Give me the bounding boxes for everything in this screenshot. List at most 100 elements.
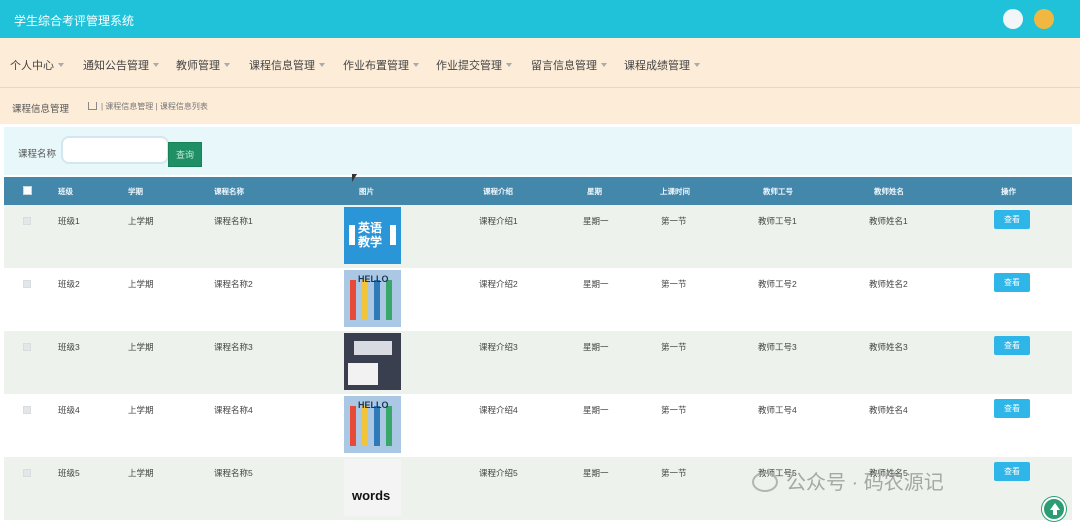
cell-intro: 课程介绍3: [476, 331, 575, 394]
course-image: words: [344, 459, 401, 516]
view-button[interactable]: 查看: [994, 210, 1030, 229]
search-button[interactable]: 查询: [168, 142, 202, 167]
fullscreen-icon[interactable]: [1003, 9, 1023, 29]
course-image: HELLO: [344, 396, 401, 453]
nav-item-grade-management[interactable]: 课程成绩管理: [624, 57, 700, 73]
nav-item-message-management[interactable]: 留言信息管理: [531, 57, 607, 73]
top-header: 学生综合考评管理系统: [0, 0, 1080, 38]
nav-item-homework-submit[interactable]: 作业提交管理: [436, 57, 512, 73]
nav-item-personal-center[interactable]: 个人中心: [10, 57, 64, 73]
cell-weekday: 星期一: [575, 268, 659, 331]
course-image-caption: words: [352, 488, 391, 503]
cell-teacher-name: 教师姓名4: [862, 394, 975, 457]
select-all-checkbox[interactable]: [23, 185, 32, 195]
breadcrumb-path: | 课程信息管理 | 课程信息列表: [88, 101, 208, 112]
cell-time: 第一节: [659, 394, 752, 457]
course-image-caption: HELLO: [358, 274, 389, 284]
column-header-course-name[interactable]: 课程名称: [214, 177, 336, 205]
row-checkbox[interactable]: [23, 343, 31, 351]
cell-term: 上学期: [128, 205, 214, 268]
nav-item-notice-management[interactable]: 通知公告管理: [83, 57, 159, 73]
cell-time: 第一节: [659, 331, 752, 394]
cell-course-name: 课程名称1: [214, 205, 336, 268]
table-row: 班级2 上学期 课程名称2 HELLO 课程介绍2 星期一 第一节 教师工号2 …: [4, 268, 1072, 331]
column-header-intro: 课程介绍: [476, 177, 575, 205]
cell-course-name: 课程名称5: [214, 457, 336, 520]
column-header-weekday[interactable]: 星期: [575, 177, 659, 205]
column-header-teacher-name[interactable]: 教师姓名: [862, 177, 975, 205]
row-checkbox[interactable]: [23, 217, 31, 225]
cell-intro: 课程介绍4: [476, 394, 575, 457]
chevron-down-icon: [319, 63, 325, 67]
chevron-down-icon: [506, 63, 512, 67]
cell-teacher-id: 教师工号3: [752, 331, 862, 394]
cell-class: 班级4: [58, 394, 128, 457]
cell-weekday: 星期一: [575, 331, 659, 394]
course-image: [344, 333, 401, 390]
cell-class: 班级5: [58, 457, 128, 520]
column-header-time[interactable]: 上课时间: [659, 177, 752, 205]
nav-item-course-management[interactable]: 课程信息管理: [249, 57, 325, 73]
cell-teacher-id: 教师工号4: [752, 394, 862, 457]
app-title: 学生综合考评管理系统: [14, 14, 135, 28]
chevron-down-icon: [58, 63, 64, 67]
course-image: HELLO: [344, 270, 401, 327]
row-checkbox[interactable]: [23, 280, 31, 288]
table-header-row: 班级 学期 课程名称 图片 课程介绍 星期 上课时间 教师工号 教师姓名 操作: [4, 177, 1072, 205]
cell-intro: 课程介绍2: [476, 268, 575, 331]
cell-weekday: 星期一: [575, 205, 659, 268]
wechat-icon: [752, 472, 778, 492]
cell-time: 第一节: [659, 457, 752, 520]
chevron-down-icon: [153, 63, 159, 67]
avatar-icon[interactable]: [1034, 9, 1054, 29]
cell-teacher-name: 教师姓名2: [862, 268, 975, 331]
search-input[interactable]: [61, 136, 169, 164]
row-checkbox[interactable]: [23, 469, 31, 477]
column-header-term[interactable]: 学期: [128, 177, 214, 205]
course-image: 英语 教学: [344, 207, 401, 264]
cell-term: 上学期: [128, 331, 214, 394]
column-header-teacher-id[interactable]: 教师工号: [752, 177, 862, 205]
row-checkbox[interactable]: [23, 406, 31, 414]
search-bar: 课程名称 查询: [4, 127, 1072, 175]
main-nav: 个人中心 通知公告管理 教师管理 课程信息管理 作业布置管理 作业提交管理 留言…: [0, 38, 1080, 88]
page-title: 课程信息管理: [12, 104, 70, 115]
chevron-down-icon: [601, 63, 607, 67]
chevron-down-icon: [224, 63, 230, 67]
table-row: 班级4 上学期 课程名称4 HELLO 课程介绍4 星期一 第一节 教师工号4 …: [4, 394, 1072, 457]
cell-term: 上学期: [128, 457, 214, 520]
cell-intro: 课程介绍1: [476, 205, 575, 268]
cell-class: 班级1: [58, 205, 128, 268]
cell-teacher-id: 教师工号2: [752, 268, 862, 331]
view-button[interactable]: 查看: [994, 273, 1030, 292]
view-button[interactable]: 查看: [994, 336, 1030, 355]
cell-teacher-id: 教师工号1: [752, 205, 862, 268]
chevron-down-icon: [694, 63, 700, 67]
breadcrumb: 课程信息管理 | 课程信息管理 | 课程信息列表: [0, 88, 1080, 124]
view-button[interactable]: 查看: [994, 399, 1030, 418]
cell-teacher-name: 教师姓名1: [862, 205, 975, 268]
cell-intro: 课程介绍5: [476, 457, 575, 520]
cell-time: 第一节: [659, 205, 752, 268]
course-image-caption: 英语 教学: [358, 221, 383, 249]
cell-weekday: 星期一: [575, 457, 659, 520]
cell-weekday: 星期一: [575, 394, 659, 457]
home-icon[interactable]: [88, 102, 97, 110]
view-button[interactable]: 查看: [994, 462, 1030, 481]
cell-term: 上学期: [128, 268, 214, 331]
cell-teacher-name: 教师姓名3: [862, 331, 975, 394]
table-row: 班级1 上学期 课程名称1 英语 教学 课程介绍1 星期一 第一节 教师工号1 …: [4, 205, 1072, 268]
column-header-class[interactable]: 班级: [58, 177, 128, 205]
search-label: 课程名称: [18, 149, 57, 160]
nav-item-homework-assign[interactable]: 作业布置管理: [343, 57, 419, 73]
cell-class: 班级2: [58, 268, 128, 331]
select-all-checkbox-cell: [4, 177, 58, 205]
arrow-up-icon[interactable]: [1042, 497, 1066, 521]
watermark: 公众号 · 码农源记: [752, 466, 944, 496]
column-header-image: 图片: [336, 177, 476, 205]
column-header-action: 操作: [975, 177, 1072, 205]
cell-course-name: 课程名称2: [214, 268, 336, 331]
cell-term: 上学期: [128, 394, 214, 457]
nav-item-teacher-management[interactable]: 教师管理: [176, 57, 230, 73]
mouse-cursor-icon: [352, 174, 357, 182]
